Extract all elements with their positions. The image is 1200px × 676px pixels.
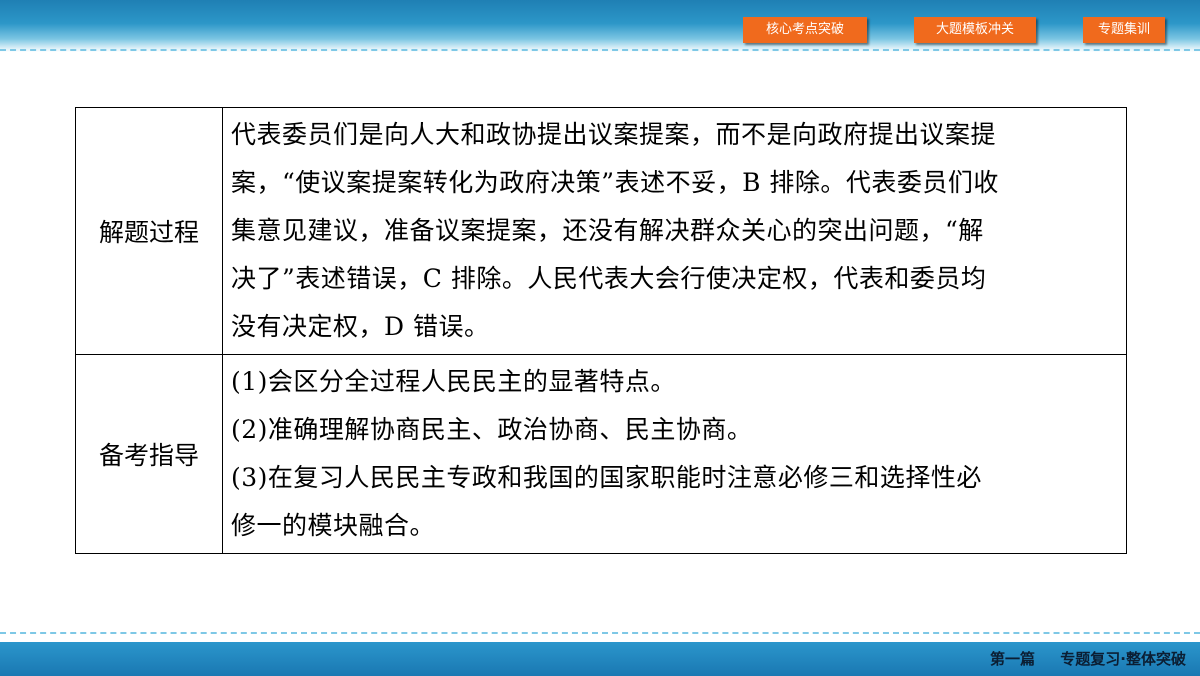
text-line: 代表委员们是向人大和政协提出议案提案，而不是向政府提出议案提: [231, 120, 997, 149]
nav-button-core-points[interactable]: 核心考点突破: [743, 17, 867, 43]
row-body-exam-guidance: (1)会区分全过程人民民主的显著特点。 (2)准确理解协商民主、政治协商、民主协…: [222, 354, 1127, 554]
footer-part-label: 第一篇: [990, 650, 1036, 668]
text-line: 案，“使议案提案转化为政府决策”表述不妥，B 排除。代表委员们收: [231, 168, 999, 197]
footer-title: 专题复习·整体突破: [1060, 650, 1186, 668]
content-table: 解题过程 代表委员们是向人大和政协提出议案提案，而不是向政府提出议案提 案，“使…: [75, 107, 1127, 554]
text-line: (1)会区分全过程人民民主的显著特点。: [231, 367, 676, 396]
row-label-solution-process: 解题过程: [75, 107, 223, 355]
table-row: 备考指导 (1)会区分全过程人民民主的显著特点。 (2)准确理解协商民主、政治协…: [75, 354, 1127, 554]
nav-button-question-templates[interactable]: 大题模板冲关: [914, 17, 1036, 43]
nav-button-topic-training[interactable]: 专题集训: [1083, 17, 1165, 43]
text-line: (2)准确理解协商民主、政治协商、民主协商。: [231, 415, 753, 444]
text-line: (3)在复习人民民主专政和我国的国家职能时注意必修三和选择性必: [231, 463, 982, 492]
footer-caption: 第一篇 专题复习·整体突破: [990, 648, 1186, 670]
row-body-solution-process: 代表委员们是向人大和政协提出议案提案，而不是向政府提出议案提 案，“使议案提案转…: [222, 107, 1127, 355]
text-line: 修一的模块融合。: [231, 511, 436, 540]
footer-divider: [0, 632, 1200, 634]
header-divider: [0, 49, 1200, 51]
text-line: 决了”表述错误，C 排除。人民代表大会行使决定权，代表和委员均: [231, 264, 987, 293]
row-label-exam-guidance: 备考指导: [75, 354, 223, 554]
text-line: 集意见建议，准备议案提案，还没有解决群众关心的突出问题，“解: [231, 216, 984, 245]
table-row: 解题过程 代表委员们是向人大和政协提出议案提案，而不是向政府提出议案提 案，“使…: [75, 107, 1127, 355]
text-line: 没有决定权，D 错误。: [231, 312, 490, 341]
